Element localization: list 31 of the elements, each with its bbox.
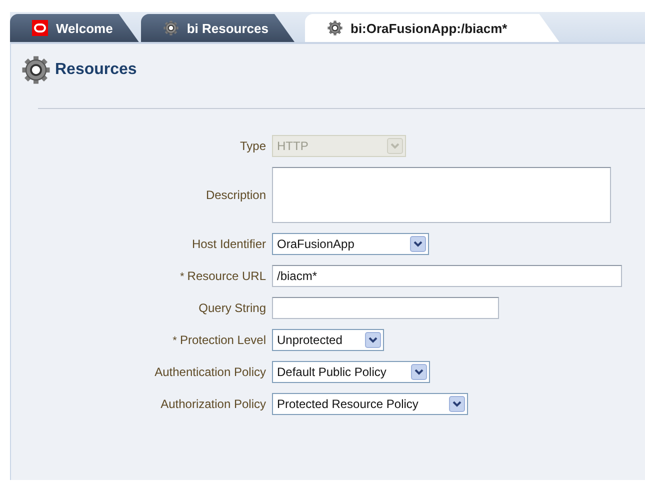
dropdown[interactable]: Protected Resource Policy: [272, 393, 468, 415]
gear-icon: [162, 20, 179, 36]
dropdown: HTTP: [272, 135, 406, 157]
field-label: Protection Level: [180, 333, 266, 347]
input-field[interactable]: /biacm*: [272, 265, 622, 287]
field-label: Type: [240, 139, 266, 153]
panel-title: Resources: [55, 61, 137, 79]
field-label: Host Identifier: [192, 237, 266, 251]
chevron-down-icon: [387, 138, 403, 154]
tab[interactable]: bi Resources: [140, 14, 294, 42]
tab[interactable]: bi:OraFusionApp:/biacm*: [304, 14, 560, 42]
required-mark: *: [180, 271, 184, 283]
input-field[interactable]: [272, 297, 499, 319]
field-label: Resource URL: [187, 269, 266, 283]
gear-icon: [21, 55, 51, 85]
chevron-down-icon: [410, 236, 426, 252]
logo-icon: [32, 20, 48, 36]
chevron-down-icon: [411, 364, 427, 380]
text-area[interactable]: [272, 167, 611, 223]
field-label: Authorization Policy: [160, 397, 266, 411]
field-label: Query String: [198, 301, 266, 315]
chevron-down-icon: [449, 396, 465, 412]
required-mark: *: [172, 335, 177, 347]
chevron-down-icon: [365, 332, 381, 348]
dropdown[interactable]: Unprotected: [272, 329, 384, 351]
field-label: Authentication Policy: [154, 365, 266, 379]
tab[interactable]: Welcome: [10, 14, 139, 42]
field-label: Description: [206, 188, 266, 202]
gear-icon: [326, 20, 342, 36]
dropdown[interactable]: Default Public Policy: [272, 361, 430, 383]
dropdown[interactable]: OraFusionApp: [272, 233, 429, 255]
